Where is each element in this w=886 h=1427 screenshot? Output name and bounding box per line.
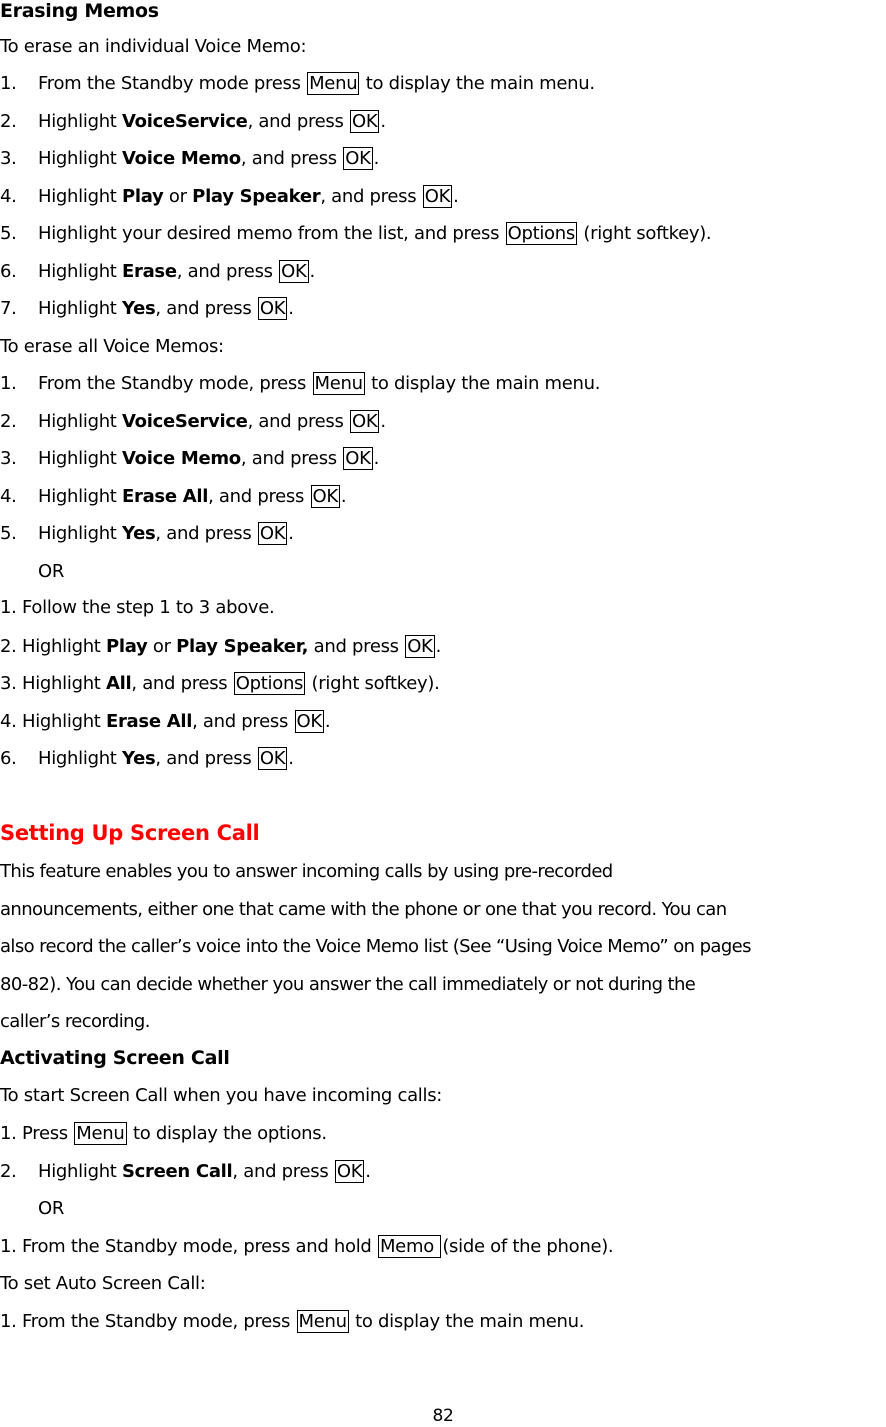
ok-key: OK xyxy=(350,410,380,433)
list-item: 3. Highlight Voice Memo, and press OK. xyxy=(0,147,380,170)
list-item: 2. Highlight VoiceService, and press OK. xyxy=(0,110,386,133)
list-item: 1. From the Standby mode, press Menu to … xyxy=(0,1310,585,1333)
list-item: 4. Highlight Erase All, and press OK. xyxy=(0,485,347,508)
ok-key: OK xyxy=(279,260,309,283)
list-item: 1. Press Menu to display the options. xyxy=(0,1122,327,1145)
intro-start: To start Screen Call when you have incom… xyxy=(0,1085,443,1106)
list-item: 2. Highlight Play or Play Speaker, and p… xyxy=(0,635,441,658)
menu-key: Menu xyxy=(296,1310,349,1333)
ok-key: OK xyxy=(343,447,373,470)
list-item: 5. Highlight your desired memo from the l… xyxy=(0,222,712,245)
ok-key: OK xyxy=(257,297,288,320)
or-separator: OR xyxy=(38,1198,65,1219)
ok-key: OK xyxy=(343,147,373,170)
section-title-erasing-memos: Erasing Memos xyxy=(0,0,159,22)
list-item: 1. Follow the step 1 to 3 above. xyxy=(0,597,275,618)
list-item: 1. From the Standby mode, press and hold… xyxy=(0,1235,614,1258)
list-item: 5. Highlight Yes, and press OK. xyxy=(0,522,294,545)
menu-key: Menu xyxy=(74,1122,127,1145)
list-item: 3. Highlight Voice Memo, and press OK. xyxy=(0,447,380,470)
ok-key: OK xyxy=(422,185,453,208)
ok-key: OK xyxy=(294,710,324,733)
page-number: 82 xyxy=(432,1406,454,1426)
or-separator: OR xyxy=(38,561,65,582)
intro-individual: To erase an individual Voice Memo: xyxy=(0,36,307,57)
options-key: Options xyxy=(505,222,577,245)
memo-key: Memo xyxy=(377,1235,442,1258)
ok-key: OK xyxy=(257,747,288,770)
section-title-screen-call: Setting Up Screen Call xyxy=(0,821,260,845)
list-item: 6. Highlight Yes, and press OK. xyxy=(0,747,294,770)
ok-key: OK xyxy=(350,110,380,133)
list-item: 6. Highlight Erase, and press OK. xyxy=(0,260,315,283)
description-paragraph: This feature enables you to answer incom… xyxy=(0,861,752,1032)
list-item: 2. Highlight Screen Call, and press OK. xyxy=(0,1160,371,1183)
intro-all: To erase all Voice Memos: xyxy=(0,336,224,357)
options-key: Options xyxy=(233,672,306,695)
intro-auto: To set Auto Screen Call: xyxy=(0,1273,206,1294)
ok-key: OK xyxy=(405,635,435,658)
list-item: 7. Highlight Yes, and press OK. xyxy=(0,297,294,320)
list-item: 4. Highlight Play or Play Speaker, and pr… xyxy=(0,185,459,208)
list-item: 1. From the Standby mode press Menu to di… xyxy=(0,72,595,95)
menu-key: Menu xyxy=(307,72,360,95)
list-item: 2. Highlight VoiceService, and press OK. xyxy=(0,410,386,433)
list-item: 4. Highlight Erase All, and press OK. xyxy=(0,710,331,733)
list-item: 1. From the Standby mode, press Menu to d… xyxy=(0,372,601,395)
subtitle-activating-screen-call: Activating Screen Call xyxy=(0,1047,230,1069)
ok-key: OK xyxy=(334,1160,365,1183)
list-item: 3. Highlight All, and press Options (rig… xyxy=(0,672,440,695)
menu-key: Menu xyxy=(312,372,365,395)
ok-key: OK xyxy=(310,485,340,508)
ok-key: OK xyxy=(257,522,288,545)
